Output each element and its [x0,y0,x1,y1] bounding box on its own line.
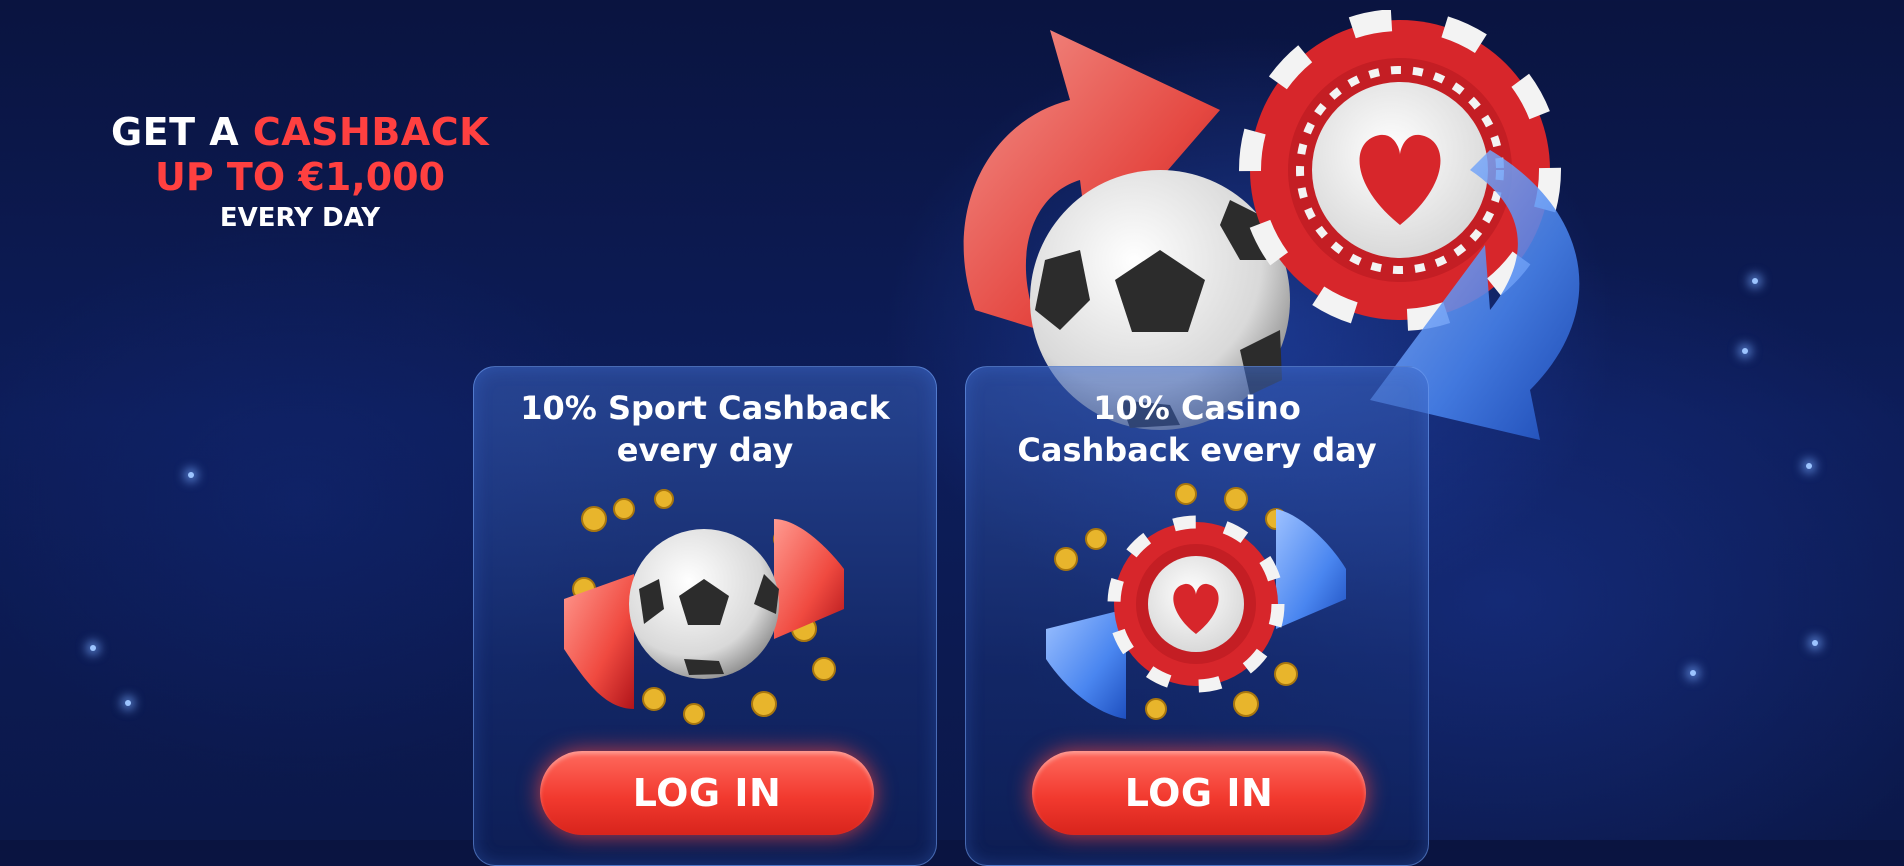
sport-card-title: 10% Sport Cashback every day [494,387,916,471]
headline-prefix: GET A [110,110,253,154]
soccer-ball-coins-icon [564,489,844,725]
casino-card-title-line1: 10% Casino [1093,389,1301,427]
promo-headline: GET A CASHBACK UP TO €1,000 EVERY DAY [100,110,500,236]
sport-cashback-card: 10% Sport Cashback every day LOG IN [473,366,937,866]
headline-frequency: EVERY DAY [219,203,381,233]
casino-login-button[interactable]: LOG IN [1032,751,1366,835]
casino-card-title-line2: Cashback every day [1017,431,1377,469]
headline-amount: UP TO €1,000 [154,155,446,199]
sport-card-title-line2: every day [616,431,794,469]
sport-login-button[interactable]: LOG IN [540,751,874,835]
casino-card-title: 10% Casino Cashback every day [986,387,1408,471]
sport-card-title-line1: 10% Sport Cashback [520,389,890,427]
casino-cashback-card: 10% Casino Cashback every day LOG IN [965,366,1429,866]
headline-highlight: CASHBACK [252,110,490,154]
casino-chip-coins-icon [1046,483,1346,720]
